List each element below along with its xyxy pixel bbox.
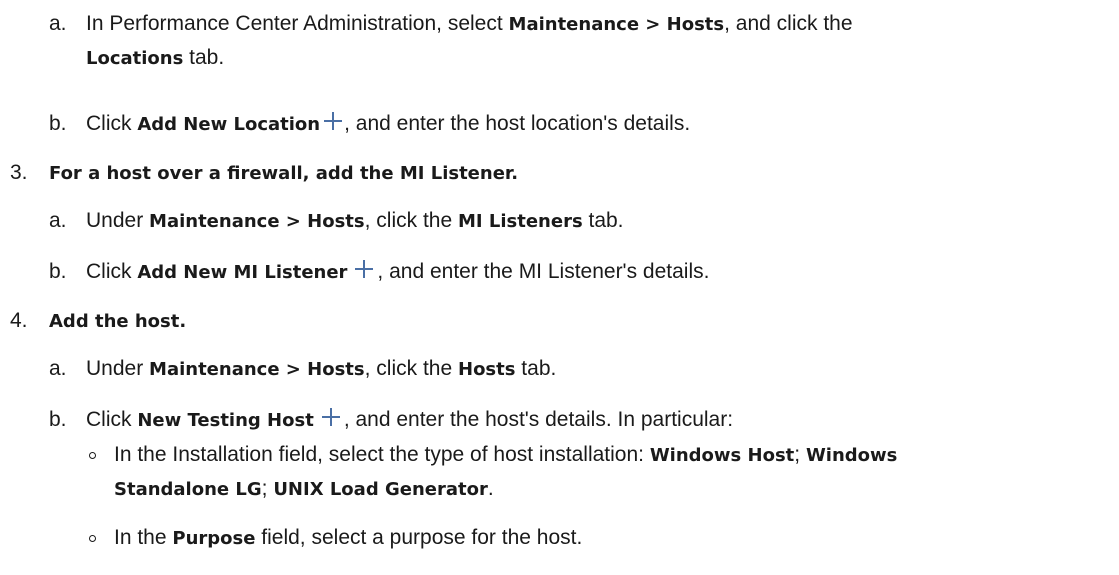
menu-path-maintenance-hosts: Maintenance > Hosts bbox=[508, 14, 725, 35]
step-marker: a. bbox=[49, 357, 67, 380]
option-windows-standalone-lg-part2: Standalone LG bbox=[114, 479, 262, 500]
step-marker: 4. bbox=[10, 309, 28, 332]
tab-name-locations: Locations bbox=[86, 48, 184, 69]
step-4b-line: Click New Testing Host, and enter the ho… bbox=[86, 406, 734, 431]
step-marker: b. bbox=[49, 408, 67, 431]
tab-name-hosts: Hosts bbox=[458, 359, 516, 380]
tab-name-mi-listeners: MI Listeners bbox=[458, 211, 583, 232]
step-4a-line: Under Maintenance > Hosts, click the Hos… bbox=[86, 357, 557, 380]
step-marker: b. bbox=[49, 260, 67, 283]
step-2a-line-1: In Performance Center Administration, se… bbox=[86, 12, 853, 35]
option-windows-standalone-lg-part1: Windows bbox=[805, 445, 898, 466]
plus-icon bbox=[320, 406, 342, 428]
step-2a-line-2: Locations tab. bbox=[86, 46, 225, 69]
plus-icon bbox=[353, 258, 375, 280]
bullet-1-line-1: In the Installation field, select the ty… bbox=[114, 443, 898, 466]
step-3a-line: Under Maintenance > Hosts, click the MI … bbox=[86, 209, 624, 232]
button-name-new-testing-host: New Testing Host bbox=[137, 410, 314, 431]
bullet-2-line: In the Purpose field, select a purpose f… bbox=[114, 526, 583, 549]
option-unix-load-generator: UNIX Load Generator bbox=[273, 479, 488, 500]
menu-path-maintenance-hosts: Maintenance > Hosts bbox=[149, 211, 365, 232]
step-4-heading: Add the host. bbox=[49, 311, 187, 332]
field-name-purpose: Purpose bbox=[172, 528, 256, 549]
step-marker: a. bbox=[49, 209, 67, 232]
step-marker: b. bbox=[49, 112, 67, 135]
button-name-add-new-mi-listener: Add New MI Listener bbox=[137, 262, 348, 283]
document-page: a. In Performance Center Administration,… bbox=[0, 0, 1119, 575]
button-name-add-new-location: Add New Location bbox=[137, 114, 321, 135]
step-3-heading: For a host over a firewall, add the MI L… bbox=[49, 163, 519, 184]
step-marker: 3. bbox=[10, 161, 28, 184]
option-windows-host: Windows Host bbox=[649, 445, 795, 466]
bullet-1-line-2: Standalone LG; UNIX Load Generator. bbox=[114, 477, 494, 500]
plus-icon bbox=[322, 110, 344, 132]
step-2b-line: Click Add New Location, and enter the ho… bbox=[86, 110, 691, 135]
step-3b-line: Click Add New MI Listener, and enter the… bbox=[86, 258, 710, 283]
bullet-marker bbox=[89, 452, 96, 459]
step-marker: a. bbox=[49, 12, 67, 35]
menu-path-maintenance-hosts: Maintenance > Hosts bbox=[149, 359, 365, 380]
bullet-marker bbox=[89, 535, 96, 542]
